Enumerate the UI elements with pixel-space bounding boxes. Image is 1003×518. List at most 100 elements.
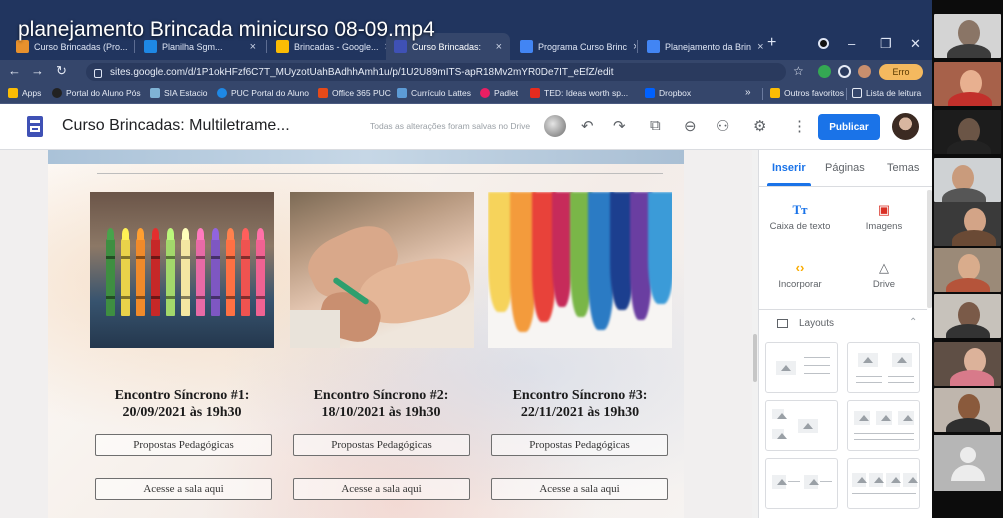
layout-option[interactable] (765, 400, 838, 451)
puzzle-icon[interactable] (838, 65, 851, 78)
share-icon[interactable]: ⚇ (716, 117, 729, 135)
insert-text-box[interactable]: Tт Caixa de texto (765, 202, 835, 232)
participant-tile[interactable] (934, 294, 1001, 338)
session-date: 18/10/2021 às 19h30 (321, 405, 441, 420)
participant-tile[interactable] (934, 62, 1001, 106)
window-close-icon[interactable]: ✕ (910, 36, 921, 52)
tab-paginas[interactable]: Páginas (825, 162, 865, 174)
bookmark-apps[interactable]: Apps (8, 88, 41, 98)
site-name[interactable]: Curso Brincadas: Multiletrame... (62, 117, 290, 135)
bookmark-folder[interactable]: Outros favoritos (770, 88, 844, 98)
propostas-pedagogicas-button[interactable]: Propostas Pedagógicas (95, 434, 272, 456)
bookmark-item[interactable]: Portal do Aluno Pós (52, 88, 141, 98)
preview-icon[interactable]: ⧉ (650, 117, 661, 134)
maximize-icon[interactable]: ❐ (880, 36, 892, 52)
close-icon[interactable]: × (244, 41, 256, 53)
reading-list[interactable]: Lista de leitura (852, 88, 921, 98)
link-icon[interactable]: ⊖ (684, 117, 697, 135)
address-bar: ← → ↻ sites.google.com/d/1P1okHFzf6C7T_M… (0, 60, 932, 84)
collaborator-avatar[interactable] (544, 115, 566, 137)
participant-tile[interactable] (934, 388, 1001, 432)
back-icon[interactable]: ← (8, 63, 21, 78)
profile-avatar[interactable] (858, 65, 871, 78)
bookmark-favicon-icon (150, 88, 160, 98)
browser-window: Curso Brincadas (Pro... × Planilha Sgm..… (0, 0, 932, 518)
url-input[interactable]: sites.google.com/d/1P1okHFzf6C7T_MUyzotU… (86, 63, 786, 81)
hands-drawing-image[interactable] (290, 192, 474, 348)
scrollbar-thumb[interactable] (753, 334, 757, 382)
paint-strokes-image[interactable] (488, 192, 672, 348)
propostas-pedagogicas-button[interactable]: Propostas Pedagógicas (293, 434, 470, 456)
crayons-image[interactable] (90, 192, 274, 348)
undo-icon[interactable]: ↶ (581, 117, 594, 135)
bookmarks-bar: Apps Portal do Aluno Pós SIA Estacio PUC… (0, 84, 932, 104)
close-icon[interactable]: × (128, 41, 132, 53)
user-avatar[interactable] (892, 113, 919, 140)
bookmark-item[interactable]: Office 365 PUC (318, 88, 391, 98)
close-icon[interactable]: × (751, 41, 763, 53)
side-panel: Inserir Páginas Temas Tт Caixa de texto … (758, 150, 932, 518)
bookmarks-overflow-icon[interactable]: » (745, 87, 751, 98)
bookmark-item[interactable]: PUC Portal do Aluno (217, 88, 309, 98)
tab-inserir[interactable]: Inserir (772, 162, 806, 174)
bookmark-item[interactable]: Padlet (480, 88, 518, 98)
insert-drive[interactable]: △ Drive (849, 260, 919, 290)
participant-tile[interactable] (934, 248, 1001, 292)
google-sites-logo-icon[interactable] (27, 116, 43, 137)
padlet-icon (480, 88, 490, 98)
dropbox-icon (645, 88, 655, 98)
gear-icon[interactable]: ⚙ (753, 117, 766, 135)
acesse-sala-button[interactable]: Acesse a sala aqui (95, 478, 272, 500)
close-icon[interactable]: × (490, 41, 502, 53)
tab-label: Curso Brincadas (Pro... (34, 41, 128, 52)
participant-tile[interactable] (934, 110, 1001, 154)
browser-tab[interactable]: Programa Curso Brinc × (512, 33, 636, 60)
bookmark-star-icon[interactable]: ☆ (793, 64, 804, 78)
profile-error-badge[interactable]: Erro (879, 64, 923, 80)
tab-temas[interactable]: Temas (887, 162, 919, 174)
google-docs-icon (647, 40, 660, 53)
session-2-heading: Encontro Síncrono #2: 18/10/2021 às 19h3… (282, 387, 480, 421)
participant-tile[interactable] (934, 14, 1001, 58)
layout-option[interactable] (847, 342, 920, 393)
reload-icon[interactable]: ↻ (56, 63, 67, 79)
folder-icon (770, 88, 780, 98)
bookmark-item[interactable]: Dropbox (645, 88, 691, 98)
forward-icon[interactable]: → (31, 63, 44, 78)
insert-embed[interactable]: ‹› Incorporar (765, 260, 835, 290)
browser-tab[interactable]: Planejamento da Brin × (639, 33, 763, 60)
close-icon[interactable]: × (627, 41, 636, 53)
participant-tile[interactable] (934, 158, 1001, 202)
insert-images[interactable]: ▣ Imagens (849, 202, 919, 232)
more-options-icon[interactable]: ⋮ (792, 117, 807, 135)
acesse-sala-button[interactable]: Acesse a sala aqui (293, 478, 470, 500)
sites-toolbar: Curso Brincadas: Multiletrame... Todas a… (0, 104, 932, 150)
tab-label: Curso Brincadas: (412, 41, 482, 52)
url-text: sites.google.com/d/1P1okHFzf6C7T_MUyzotU… (110, 66, 614, 78)
publish-button[interactable]: Publicar (818, 114, 880, 140)
bookmark-item[interactable]: SIA Estacio (150, 88, 207, 98)
layout-option[interactable] (847, 400, 920, 451)
close-icon[interactable]: × (379, 41, 386, 53)
divider (97, 173, 663, 174)
layouts-section-toggle[interactable]: Layouts ⌃ (759, 309, 927, 337)
user-icon (960, 447, 976, 463)
extension-icon[interactable] (818, 65, 831, 78)
redo-icon[interactable]: ↷ (613, 117, 626, 135)
layout-option[interactable] (765, 342, 838, 393)
profile-icon[interactable] (818, 38, 829, 49)
bookmark-item[interactable]: TED: Ideas worth sp... (530, 88, 628, 98)
propostas-pedagogicas-button[interactable]: Propostas Pedagógicas (491, 434, 668, 456)
participant-tile[interactable] (934, 342, 1001, 386)
editor-canvas: Encontro Síncrono #1: 20/09/2021 às 19h3… (0, 150, 752, 518)
new-tab-button[interactable]: + (767, 34, 776, 52)
office-icon (318, 88, 328, 98)
layout-option[interactable] (847, 458, 920, 509)
participant-tile[interactable] (934, 202, 1001, 246)
participant-placeholder-avatar[interactable] (934, 435, 1001, 491)
acesse-sala-button[interactable]: Acesse a sala aqui (491, 478, 668, 500)
layout-option[interactable] (765, 458, 838, 509)
bookmark-item[interactable]: Currículo Lattes (397, 88, 471, 98)
chevron-collapse-icon[interactable]: ⌃ (909, 317, 917, 328)
minimize-icon[interactable]: – (848, 36, 855, 51)
